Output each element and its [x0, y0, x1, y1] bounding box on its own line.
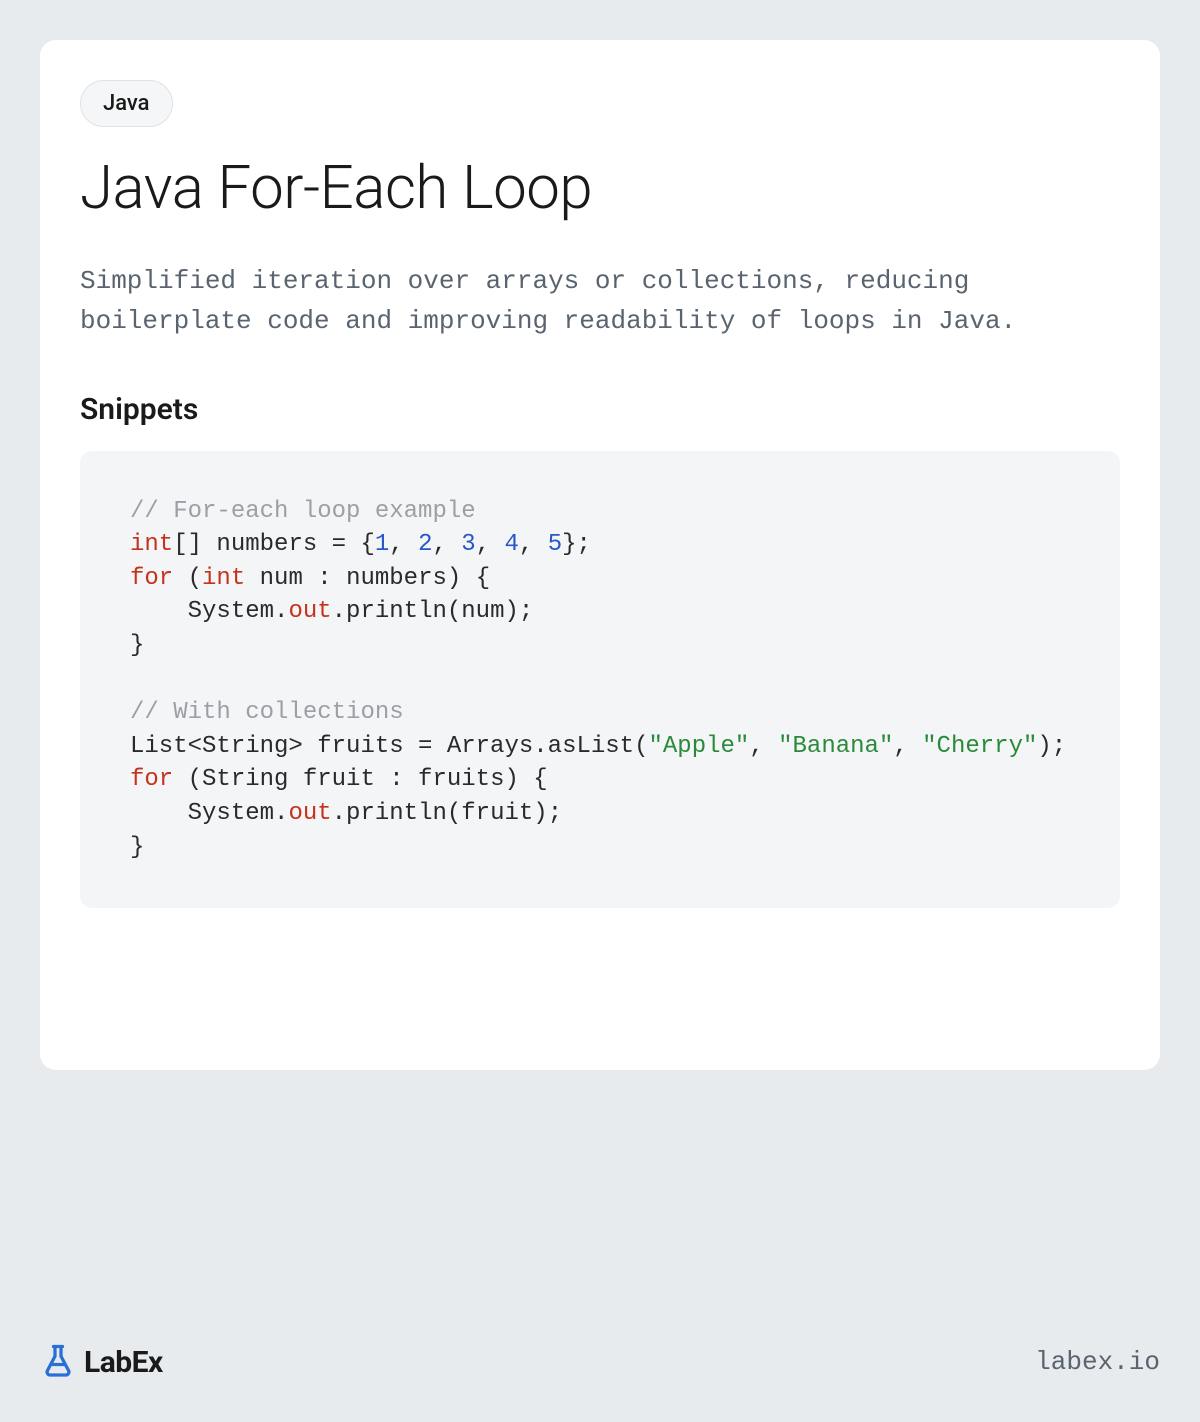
flask-icon [40, 1342, 76, 1382]
brand: LabEx [40, 1342, 163, 1382]
page-title: Java For-Each Loop [80, 155, 1120, 221]
site-url: labex.io [1035, 1347, 1160, 1377]
language-tag: Java [80, 80, 173, 127]
content-card: Java Java For-Each Loop Simplified itera… [40, 40, 1160, 1070]
code-snippet: // For-each loop example int[] numbers =… [80, 451, 1120, 909]
footer: LabEx labex.io [40, 1342, 1160, 1382]
brand-name: LabEx [84, 1345, 163, 1380]
snippets-heading: Snippets [80, 392, 1120, 427]
description-text: Simplified iteration over arrays or coll… [80, 261, 1120, 342]
